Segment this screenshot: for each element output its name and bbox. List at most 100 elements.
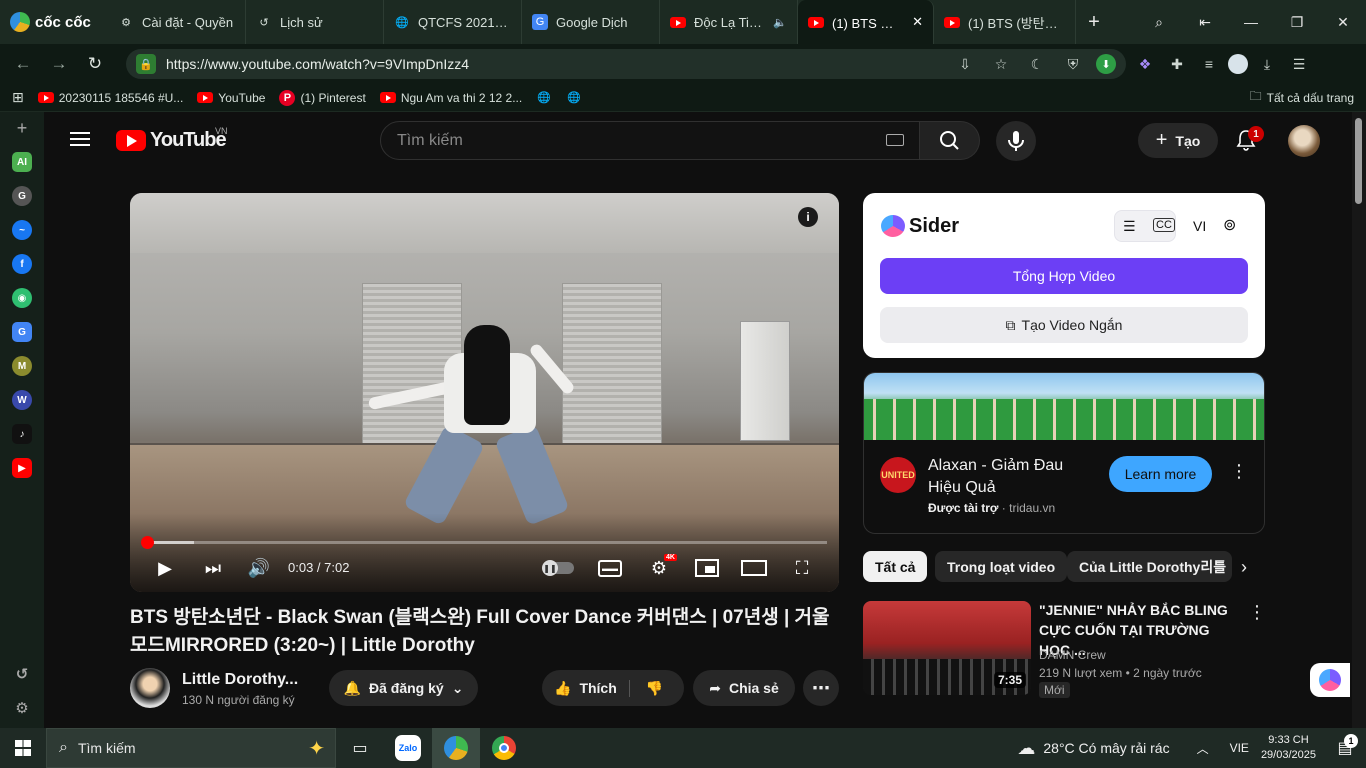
voice-search-button[interactable] xyxy=(996,121,1036,161)
sider-extension-icon[interactable]: ❖ xyxy=(1132,51,1158,77)
play-icon[interactable]: ▶ xyxy=(152,555,178,581)
chip-from-channel[interactable]: Của Little Dorothy리틀 xyxy=(1067,551,1232,582)
shield-icon[interactable]: ⛨ xyxy=(1060,51,1086,77)
captions-view-icon[interactable]: CC xyxy=(1153,218,1175,232)
weather-widget[interactable]: ☁ 28°C Có mây rải rác xyxy=(1017,738,1169,759)
sider-floating-button[interactable] xyxy=(1310,663,1350,697)
back-history-icon[interactable]: ⇤ xyxy=(1182,0,1228,44)
back-button[interactable]: ← xyxy=(8,49,38,79)
globe-bookmark[interactable]: 🌐 xyxy=(536,90,552,106)
like-button[interactable]: 👍 Thích xyxy=(554,679,630,697)
game-icon[interactable]: ◉ xyxy=(12,288,32,308)
next-icon[interactable]: ⏭ xyxy=(200,555,226,581)
tab-history[interactable]: ↺ Lịch sử xyxy=(246,0,384,44)
close-tab-icon[interactable]: ✕ xyxy=(912,14,923,30)
downloads-icon[interactable]: ⤓ xyxy=(1254,51,1280,77)
bookmark-item[interactable]: 20230115 185546 #U... xyxy=(37,91,183,105)
close-window-button[interactable]: ✕ xyxy=(1320,0,1366,44)
ad-title[interactable]: Alaxan - Giảm Đau Hiệu Quả xyxy=(928,455,1088,499)
sponsored-ad[interactable]: UNITED Alaxan - Giảm Đau Hiệu Quả Được t… xyxy=(863,372,1265,534)
tab-qtcfs[interactable]: 🌐 QTCFS 2021-202 xyxy=(384,0,522,44)
notification-center-icon[interactable]: ▤ 1 xyxy=(1330,728,1360,768)
sider-settings-icon[interactable]: ⊚ xyxy=(1223,215,1236,235)
messenger-icon[interactable]: ~ xyxy=(12,220,32,240)
install-app-icon[interactable]: ⇩ xyxy=(952,51,978,77)
tab-settings[interactable]: ⚙ Cài đặt - Quyền xyxy=(108,0,246,44)
youtube-logo-icon[interactable] xyxy=(116,130,146,151)
speaker-icon[interactable]: 🔈 xyxy=(773,16,787,29)
start-button[interactable] xyxy=(0,728,46,768)
coccoc-app[interactable] xyxy=(432,728,480,768)
tab-search-icon[interactable]: ⌕ xyxy=(1136,0,1182,44)
scrubber-handle[interactable] xyxy=(141,536,154,549)
video-player[interactable]: i ▶ ⏭ 🔊 0:03 / 7:02 ❚❚ ▬▬ ⚙ 4K ⛶ xyxy=(130,193,839,592)
share-button[interactable]: ➦ Chia sẻ xyxy=(693,670,795,706)
progress-bar[interactable] xyxy=(142,541,827,544)
apps-grid-icon[interactable]: ⊞ xyxy=(12,89,24,106)
related-menu-icon[interactable]: ⋮ xyxy=(1248,602,1266,623)
tab-bts-active[interactable]: (1) BTS 방탄 ✕ xyxy=(798,0,934,44)
thumbs-down-icon[interactable]: 👎 xyxy=(638,680,663,697)
menu-icon[interactable]: ☰ xyxy=(1286,51,1312,77)
sider-language[interactable]: VI xyxy=(1193,218,1206,234)
add-icon[interactable]: + xyxy=(12,118,32,138)
zalo-app[interactable]: Zalo xyxy=(384,728,432,768)
bookmark-item[interactable]: YouTube xyxy=(197,91,265,105)
account-avatar[interactable] xyxy=(1288,125,1320,157)
channel-name[interactable]: Little Dorothy... xyxy=(182,671,298,689)
autoplay-toggle[interactable]: ❚❚ xyxy=(542,555,576,581)
tab-google-translate[interactable]: G Google Dịch xyxy=(522,0,660,44)
lock-icon[interactable]: 🔒 xyxy=(136,54,156,74)
input-language[interactable]: VIE xyxy=(1230,741,1249,755)
dark-mode-icon[interactable]: ☾ xyxy=(1024,51,1050,77)
keyboard-icon[interactable] xyxy=(886,134,904,146)
bookmark-star-icon[interactable]: ☆ xyxy=(988,51,1014,77)
taskbar-search[interactable]: ⌕ Tìm kiếm ✦ xyxy=(46,728,336,768)
more-actions-button[interactable]: ⋯ xyxy=(803,670,839,706)
chip-all[interactable]: Tất cả xyxy=(863,551,928,582)
url-field[interactable]: 🔒 https://www.youtube.com/watch?v=9VImpD… xyxy=(126,49,1126,79)
youtube-icon[interactable]: ▶ xyxy=(12,458,32,478)
history-icon[interactable]: ↺ xyxy=(12,664,32,684)
maximize-button[interactable]: ❐ xyxy=(1274,0,1320,44)
video-summary-button[interactable]: Tổng Hợp Video xyxy=(880,258,1248,294)
extensions-icon[interactable]: ✚ xyxy=(1164,51,1190,77)
fullscreen-icon[interactable]: ⛶ xyxy=(788,555,816,581)
chip-in-series[interactable]: Trong loạt video xyxy=(935,551,1068,582)
list-view-icon[interactable]: ☰ xyxy=(1123,218,1136,235)
minimize-button[interactable]: — xyxy=(1228,0,1274,44)
volume-icon[interactable]: 🔊 xyxy=(246,555,272,581)
channel-avatar[interactable] xyxy=(130,668,170,708)
tray-chevron-up-icon[interactable]: ︿ xyxy=(1188,728,1218,768)
page-scrollbar[interactable] xyxy=(1352,112,1366,728)
clock[interactable]: 9:33 CH 29/03/2025 xyxy=(1261,733,1316,763)
scrollbar-thumb[interactable] xyxy=(1355,118,1362,204)
info-icon[interactable]: i xyxy=(798,207,818,227)
chrome-app[interactable] xyxy=(480,728,528,768)
task-view-button[interactable]: ▭ xyxy=(336,728,384,768)
settings-icon[interactable]: ⚙ xyxy=(12,698,32,718)
tab-bts-2[interactable]: (1) BTS (방탄소년 xyxy=(934,0,1076,44)
ad-advertiser-logo[interactable]: UNITED xyxy=(880,457,916,493)
subscribed-button[interactable]: 🔔 Đã đăng ký ⌄ xyxy=(329,670,478,706)
m-app-icon[interactable]: M xyxy=(12,356,32,376)
all-bookmarks[interactable]: 🗀 Tất cả dấu trang xyxy=(1250,87,1354,108)
g-app-icon[interactable]: G xyxy=(12,186,32,206)
theater-mode-icon[interactable] xyxy=(740,555,768,581)
globe-bookmark[interactable]: 🌐 xyxy=(566,90,582,106)
guide-menu-icon[interactable] xyxy=(70,132,90,146)
coccoc-logo[interactable]: cốc cốc xyxy=(0,0,108,44)
related-channel[interactable]: DAMN Crew xyxy=(1039,646,1202,664)
profile-icon[interactable] xyxy=(1228,54,1248,74)
reload-button[interactable]: ↻ xyxy=(80,49,110,79)
chips-next-icon[interactable]: › xyxy=(1232,553,1256,581)
search-input[interactable]: Tìm kiếm xyxy=(380,121,920,160)
url-text[interactable]: https://www.youtube.com/watch?v=9VImpDnI… xyxy=(166,56,469,72)
bookmark-item[interactable]: P (1) Pinterest xyxy=(279,89,366,106)
new-tab-button[interactable]: + xyxy=(1076,0,1112,44)
subtitles-icon[interactable]: ▬▬ xyxy=(596,555,624,581)
w-app-icon[interactable]: W xyxy=(12,390,32,410)
forward-button[interactable]: → xyxy=(44,49,74,79)
download-video-icon[interactable]: ⬇ xyxy=(1096,54,1116,74)
tiktok-icon[interactable]: ♪ xyxy=(12,424,32,444)
